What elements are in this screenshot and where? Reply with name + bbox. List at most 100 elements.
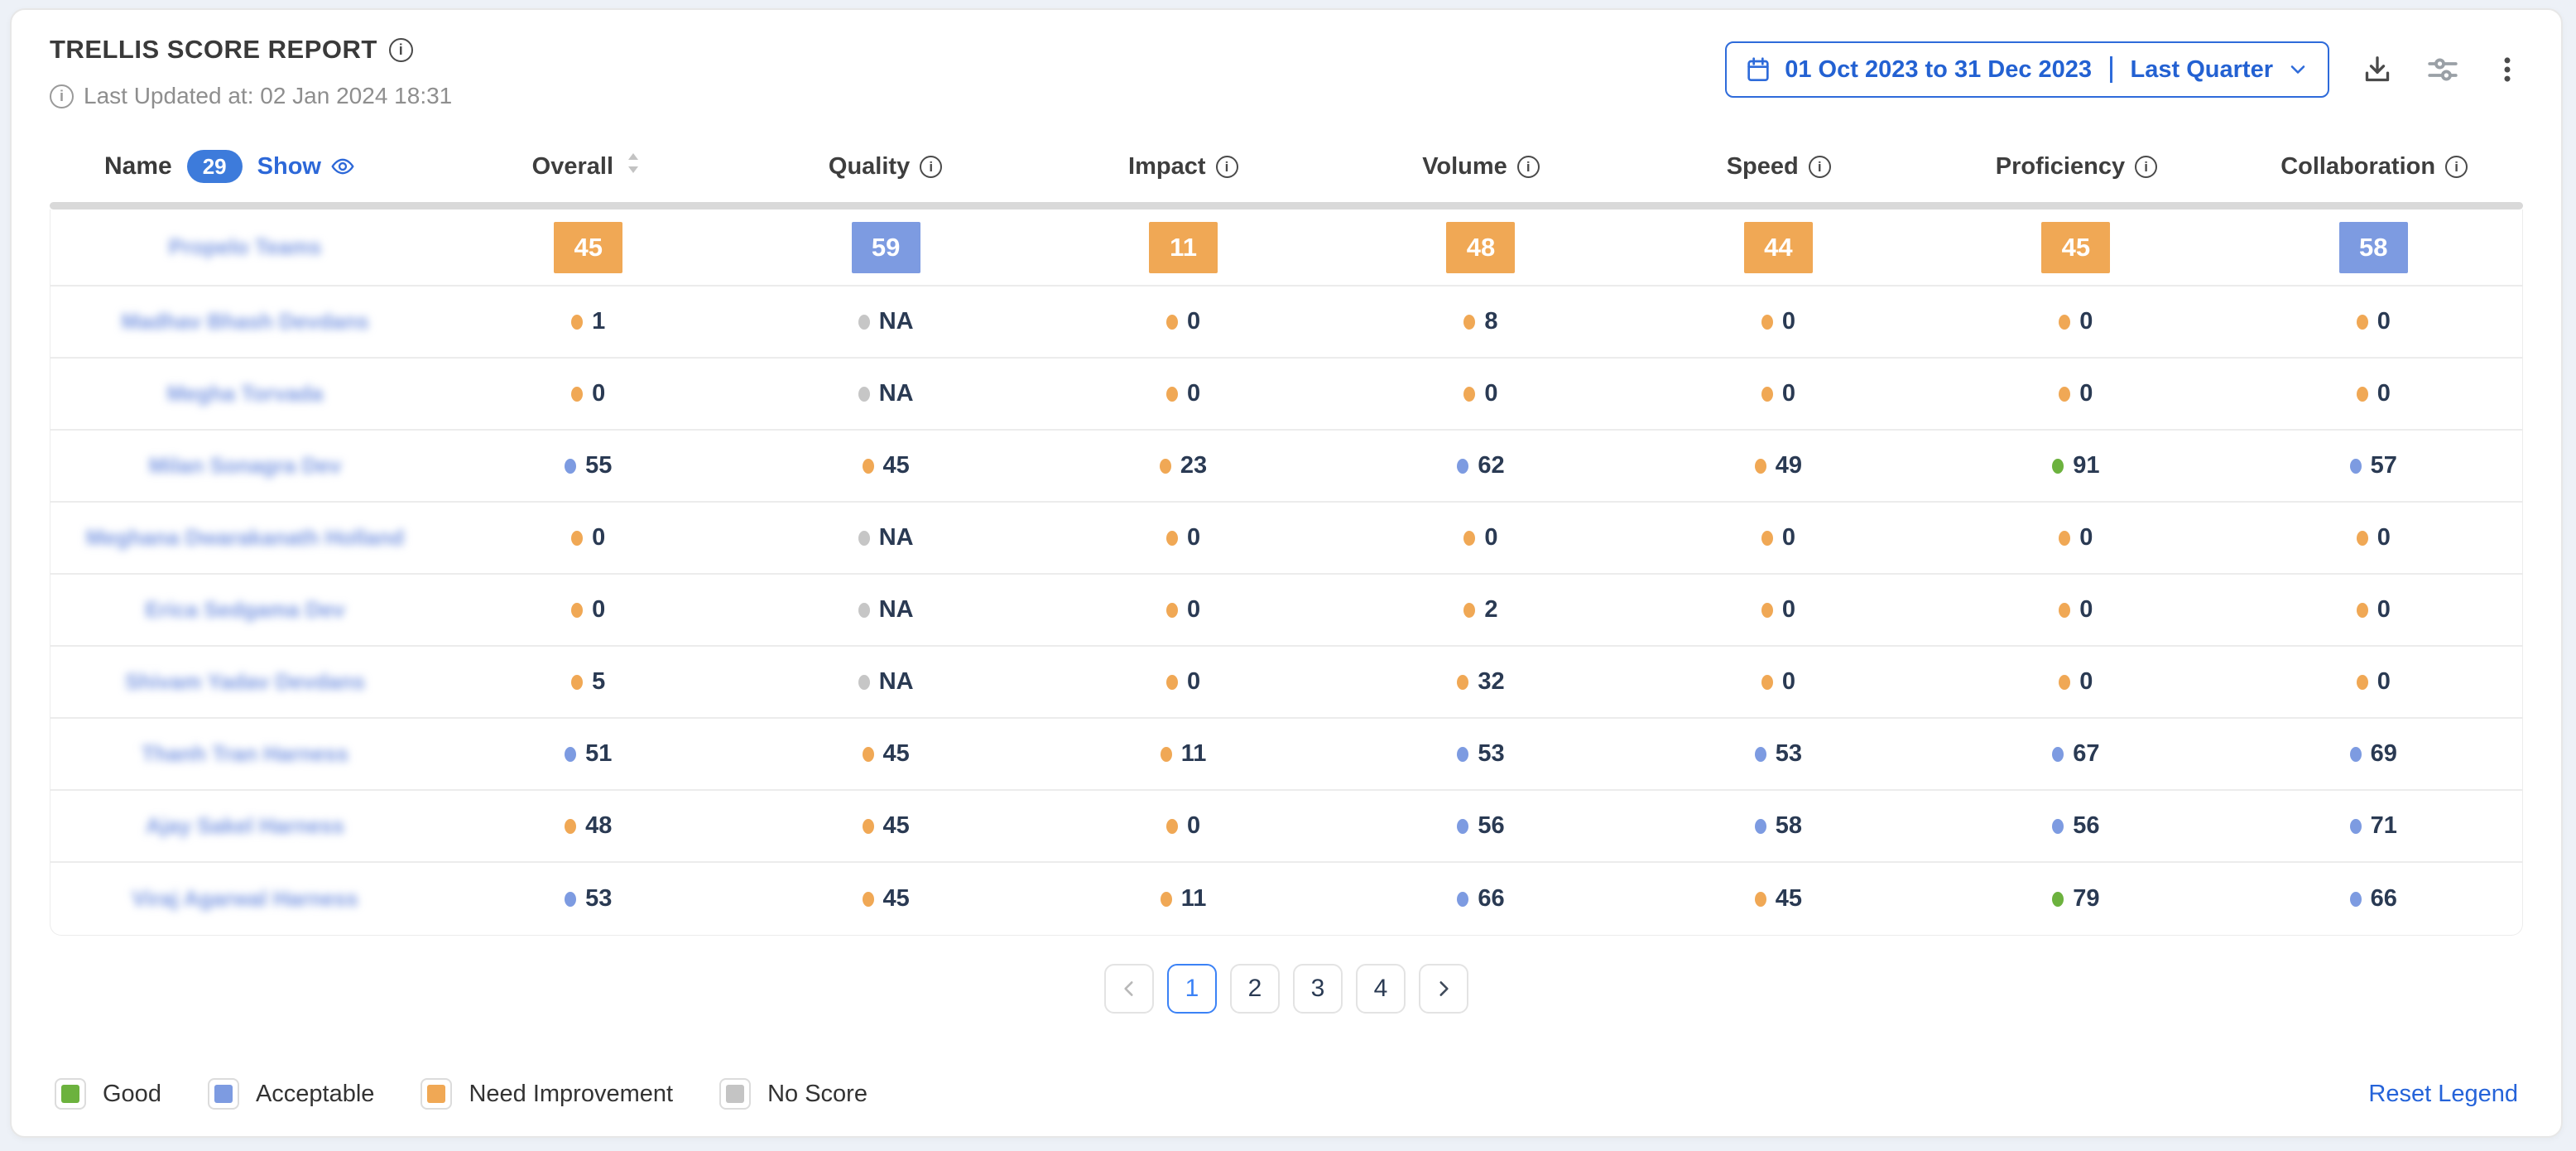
row-name-link[interactable]: Propelo Teams — [169, 234, 321, 260]
score-value: 57 — [2350, 452, 2397, 479]
score-dot — [565, 459, 576, 474]
score-cell: 0 — [2225, 596, 2522, 624]
legend-item-no-score[interactable]: No Score — [719, 1078, 867, 1110]
score-cell: 0 — [1332, 524, 1629, 551]
name-cell: Ajay Sakel Harness — [50, 813, 440, 839]
row-name-link[interactable]: Megha Torvada — [167, 381, 324, 407]
row-name-link[interactable]: Meghana Dwarakanath Holland — [86, 525, 404, 551]
legend-item-need-improvement[interactable]: Need Improvement — [421, 1078, 673, 1110]
row-name-link[interactable]: Ajay Sakel Harness — [146, 813, 344, 839]
column-info-icon[interactable] — [2445, 156, 2468, 178]
column-header-label: Quality — [829, 153, 910, 181]
pagination-page-3[interactable]: 3 — [1293, 964, 1343, 1014]
score-cell: 11 — [1035, 885, 1332, 913]
column-header-quality[interactable]: Quality — [737, 153, 1035, 181]
score-number: 1 — [592, 308, 605, 335]
table-row[interactable]: Meghana Dwarakanath Holland0NA00000 — [50, 503, 2522, 575]
score-cell: 0 — [2225, 308, 2522, 335]
score-cell: NA — [737, 308, 1034, 335]
score-value: 0 — [2059, 668, 2093, 696]
report-footer: Good Acceptable Need Improvement No Score R… — [50, 1072, 2523, 1121]
table-row[interactable]: Shivam Yadav Devdans5NA032000 — [50, 647, 2522, 719]
score-dot — [2052, 892, 2064, 907]
column-info-icon[interactable] — [920, 156, 942, 178]
pagination-prev-button[interactable] — [1104, 964, 1154, 1014]
row-name-link[interactable]: Shivam Yadav Devdans — [125, 669, 365, 695]
pagination-page-2[interactable]: 2 — [1230, 964, 1280, 1014]
legend-label: Good — [103, 1081, 161, 1108]
score-cell: 48 — [1332, 222, 1629, 273]
score-number: 79 — [2073, 885, 2099, 913]
legend-item-good[interactable]: Good — [55, 1078, 161, 1110]
score-dot — [1755, 747, 1766, 762]
sort-icon[interactable] — [623, 151, 643, 182]
table-row[interactable]: Megha Torvada0NA00000 — [50, 359, 2522, 431]
horizontal-scrollbar[interactable] — [50, 202, 2523, 209]
score-cell: 79 — [1927, 885, 2224, 913]
score-number: 91 — [2073, 452, 2099, 479]
pagination-page-4[interactable]: 4 — [1356, 964, 1406, 1014]
column-header-label: Volume — [1422, 153, 1507, 181]
date-range-button[interactable]: 01 Oct 2023 to 31 Dec 2023 Last Quarter — [1725, 41, 2329, 98]
pagination-page-1[interactable]: 1 — [1167, 964, 1217, 1014]
column-header-proficiency[interactable]: Proficiency — [1928, 153, 2226, 181]
name-cell: Viraj Agarwal Harness — [50, 886, 440, 912]
table-row[interactable]: Erica Sedgama Dev0NA02000 — [50, 575, 2522, 647]
score-cell: 0 — [2225, 380, 2522, 407]
score-rect-badge: 58 — [2339, 222, 2408, 273]
column-info-icon[interactable] — [2135, 156, 2157, 178]
table-row[interactable]: Viraj Agarwal Harness53451166457966 — [50, 863, 2522, 935]
score-cell: 23 — [1035, 452, 1332, 479]
score-rect-badge: 45 — [2041, 222, 2110, 273]
legend-checkbox[interactable] — [719, 1078, 751, 1110]
download-icon[interactable] — [2361, 53, 2394, 86]
column-header-collaboration[interactable]: Collaboration — [2225, 153, 2523, 181]
pagination-next-button[interactable] — [1419, 964, 1468, 1014]
score-cell: 45 — [737, 740, 1034, 768]
score-dot — [2350, 892, 2362, 907]
score-cell: NA — [737, 380, 1034, 407]
report-header-controls: 01 Oct 2023 to 31 Dec 2023 Last Quarter — [1725, 35, 2523, 98]
legend-item-acceptable[interactable]: Acceptable — [208, 1078, 375, 1110]
row-name-link[interactable]: Milan Sonagra Dev — [149, 453, 342, 479]
kebab-menu-icon[interactable] — [2492, 54, 2523, 85]
column-header-overall[interactable]: Overall — [439, 151, 737, 182]
score-value: 71 — [2350, 812, 2397, 840]
column-header-speed[interactable]: Speed — [1630, 153, 1928, 181]
score-dot — [1463, 387, 1475, 402]
column-info-icon[interactable] — [1809, 156, 1831, 178]
table-row[interactable]: Madhav Bhash Devdans1NA08000 — [50, 287, 2522, 359]
column-info-icon[interactable] — [1517, 156, 1540, 178]
score-value: 56 — [1457, 812, 1504, 840]
score-rect-badge: 48 — [1446, 222, 1515, 273]
row-name-link[interactable]: Erica Sedgama Dev — [145, 597, 344, 623]
legend-checkbox[interactable] — [421, 1078, 452, 1110]
row-name-link[interactable]: Thanh Tran Harness — [142, 741, 348, 767]
score-number: 0 — [1187, 380, 1200, 407]
calendar-icon — [1745, 56, 1771, 83]
column-header-label: Impact — [1128, 153, 1205, 181]
settings-sliders-icon[interactable] — [2425, 52, 2460, 87]
score-value: 45 — [863, 452, 910, 479]
row-name-link[interactable]: Madhav Bhash Devdans — [121, 309, 368, 335]
column-header-volume[interactable]: Volume — [1332, 153, 1630, 181]
show-names-toggle[interactable]: Show — [257, 153, 357, 181]
score-dot — [2052, 459, 2064, 474]
table-row[interactable]: Thanh Tran Harness51451153536769 — [50, 719, 2522, 791]
score-number: 0 — [1782, 596, 1795, 624]
legend-checkbox[interactable] — [208, 1078, 239, 1110]
row-name-link[interactable]: Viraj Agarwal Harness — [132, 886, 358, 912]
score-value: 0 — [571, 380, 605, 407]
table-row-team-summary[interactable]: Propelo Teams45591148444558 — [50, 209, 2522, 287]
score-dot — [571, 315, 583, 330]
score-value: 53 — [1457, 740, 1504, 768]
report-info-icon[interactable] — [389, 38, 413, 62]
score-cell: 55 — [440, 452, 737, 479]
table-row[interactable]: Milan Sonagra Dev55452362499157 — [50, 431, 2522, 503]
column-info-icon[interactable] — [1216, 156, 1238, 178]
reset-legend-link[interactable]: Reset Legend — [2368, 1081, 2518, 1108]
column-header-impact[interactable]: Impact — [1034, 153, 1332, 181]
table-row[interactable]: Ajay Sakel Harness4845056585671 — [50, 791, 2522, 863]
legend-checkbox[interactable] — [55, 1078, 86, 1110]
score-number: 0 — [2377, 308, 2391, 335]
